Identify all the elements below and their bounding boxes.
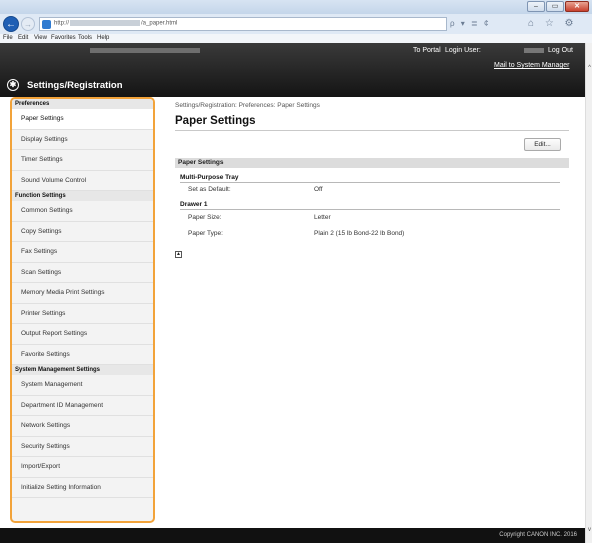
toolbar-icons[interactable]: ⌂ ☆ ⚙ [528, 18, 578, 29]
sidebar-item-import-export[interactable]: Import/Export [12, 457, 153, 478]
group-divider [180, 182, 560, 183]
paper-size-label: Paper Size: [188, 214, 222, 221]
group-divider [180, 209, 560, 210]
set-as-default-label: Set as Default: [188, 186, 231, 193]
mail-to-system-manager-link[interactable]: Mail to System Manager [494, 62, 569, 69]
paper-type-value: Plain 2 (15 lb Bond-22 lb Bond) [314, 230, 405, 237]
sidebar-item-system-management[interactable]: System Management [12, 375, 153, 396]
log-out-link[interactable]: Log Out [548, 47, 573, 54]
site-favicon-icon [42, 20, 51, 29]
title-divider [175, 130, 569, 131]
sidebar-item-copy-settings[interactable]: Copy Settings [12, 222, 153, 242]
paper-settings-section-header: Paper Settings [175, 158, 569, 168]
scroll-up-icon[interactable]: ^ [586, 65, 592, 71]
url-controls[interactable]: ρ ▾ ≣ ¢ [450, 19, 490, 28]
drawer-1-heading: Drawer 1 [180, 201, 208, 208]
device-name-redacted [90, 48, 200, 53]
sidebar-item-output-report-settings[interactable]: Output Report Settings [12, 324, 153, 345]
sidebar-item-paper-settings[interactable]: Paper Settings [12, 109, 153, 130]
page-footer: Copyright CANON INC. 2016 [0, 528, 585, 543]
sidebar-section-function-settings: Function Settings [12, 191, 153, 201]
to-portal-link[interactable]: To Portal [413, 47, 441, 54]
app-header: To Portal Login User: Log Out Mail to Sy… [0, 43, 585, 97]
sidebar-section-system-management: System Management Settings [12, 365, 153, 375]
breadcrumb: Settings/Registration: Preferences: Pape… [175, 102, 320, 109]
menu-help[interactable]: Help [97, 35, 109, 41]
sidebar-item-department-id-management[interactable]: Department ID Management [12, 396, 153, 416]
url-redacted [70, 20, 141, 26]
sidebar-item-common-settings[interactable]: Common Settings [12, 201, 153, 222]
minimize-button[interactable]: – [527, 1, 545, 12]
edit-button[interactable]: Edit... [524, 138, 561, 151]
menu-edit[interactable]: Edit [18, 35, 28, 41]
window-titlebar: – ▭ ✕ [0, 0, 592, 14]
sidebar-item-initialize-setting-information[interactable]: Initialize Setting Information [12, 478, 153, 498]
forward-button[interactable]: → [21, 17, 35, 31]
sidebar-item-sound-volume-control[interactable]: Sound Volume Control [12, 171, 153, 191]
back-button[interactable]: ← [3, 16, 19, 32]
sidebar-item-security-settings[interactable]: Security Settings [12, 437, 153, 457]
close-window-button[interactable]: ✕ [565, 1, 589, 12]
minimize-icon: – [534, 3, 538, 10]
paper-type-label: Paper Type: [188, 230, 223, 237]
sidebar-item-fax-settings[interactable]: Fax Settings [12, 242, 153, 263]
back-to-top-icon[interactable]: ▲ [175, 251, 182, 258]
forward-arrow-icon: → [24, 19, 32, 29]
settings-sidebar: Preferences Paper Settings Display Setti… [10, 97, 155, 523]
sidebar-section-preferences: Preferences [12, 99, 153, 109]
menu-favorites[interactable]: Favorites [51, 35, 76, 41]
multi-purpose-tray-heading: Multi-Purpose Tray [180, 174, 239, 181]
maximize-icon: ▭ [551, 3, 559, 10]
menu-view[interactable]: View [34, 35, 47, 41]
address-bar: ← → http:// /a_paper.html ρ ▾ ≣ ¢ ⌂ ☆ ⚙ [0, 14, 592, 34]
page-scrollbar[interactable]: ^ v [585, 43, 592, 543]
sidebar-item-display-settings[interactable]: Display Settings [12, 130, 153, 150]
sidebar-item-network-settings[interactable]: Network Settings [12, 416, 153, 437]
paper-size-value: Letter [314, 214, 331, 221]
menu-tools[interactable]: Tools [78, 35, 92, 41]
url-input[interactable]: http:// /a_paper.html [39, 17, 447, 31]
sidebar-item-memory-media-print-settings[interactable]: Memory Media Print Settings [12, 283, 153, 304]
back-arrow-icon: ← [6, 18, 16, 30]
sidebar-item-scan-settings[interactable]: Scan Settings [12, 263, 153, 283]
sidebar-item-timer-settings[interactable]: Timer Settings [12, 150, 153, 171]
url-prefix: http:// [54, 20, 70, 27]
url-suffix: /a_paper.html [141, 20, 178, 27]
set-as-default-value: Off [314, 186, 323, 193]
site-title: Settings/Registration [27, 80, 123, 91]
main-content: Settings/Registration: Preferences: Pape… [170, 97, 575, 523]
sidebar-item-printer-settings[interactable]: Printer Settings [12, 304, 153, 324]
page-title: Paper Settings [175, 115, 256, 127]
browser-menubar: File Edit View Favorites Tools Help [0, 34, 592, 43]
settings-logo-icon: ✱ [7, 79, 19, 91]
url-text: http:// /a_paper.html [54, 20, 177, 27]
sidebar-item-favorite-settings[interactable]: Favorite Settings [12, 345, 153, 365]
close-icon: ✕ [574, 3, 580, 10]
copyright-text: Copyright CANON INC. 2016 [499, 532, 577, 538]
login-user-redacted [524, 48, 544, 53]
scroll-down-icon[interactable]: v [586, 527, 592, 533]
menu-file[interactable]: File [3, 35, 13, 41]
maximize-button[interactable]: ▭ [546, 1, 564, 12]
login-user-label: Login User: [445, 47, 481, 54]
